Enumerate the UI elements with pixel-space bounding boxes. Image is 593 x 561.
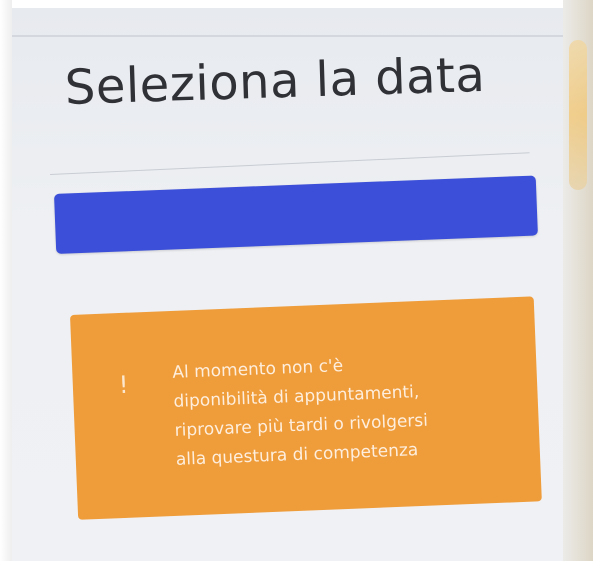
device-bezel-right	[563, 0, 593, 561]
alert-message: Al momento non c'è diponibilità di appun…	[172, 347, 476, 475]
availability-alert: ! Al momento non c'è diponibilità di app…	[70, 296, 542, 520]
exclamation-icon: !	[118, 370, 130, 400]
title-divider	[50, 152, 530, 175]
photo-frame: Seleziona la data ! Al momento non c'è d…	[0, 0, 593, 561]
screen: Seleziona la data ! Al momento non c'è d…	[12, 8, 567, 561]
date-select-button[interactable]	[54, 175, 538, 254]
page-title: Seleziona la data	[64, 46, 487, 116]
light-glare	[569, 40, 587, 190]
device-bezel-left	[0, 0, 12, 561]
header-divider	[12, 35, 567, 37]
